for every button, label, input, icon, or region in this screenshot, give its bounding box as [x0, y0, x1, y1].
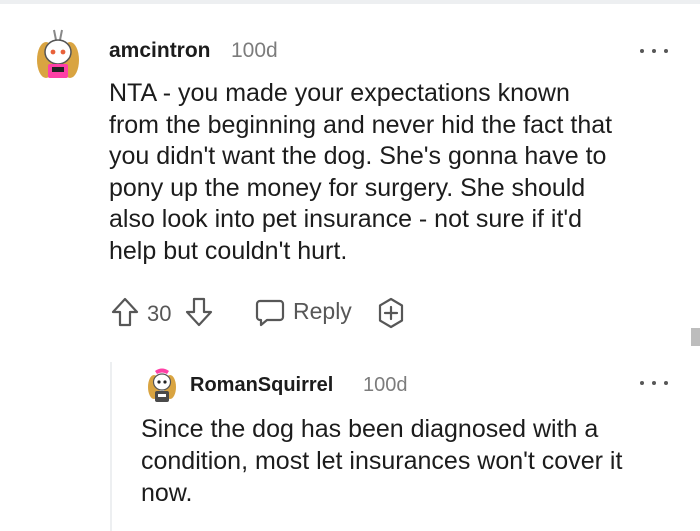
speech-bubble-icon — [255, 299, 285, 327]
vote-score: 30 — [147, 301, 172, 326]
more-options-icon[interactable] — [640, 376, 668, 390]
scrollbar-thumb[interactable] — [691, 328, 700, 346]
comment-username[interactable]: RomanSquirrel — [190, 374, 333, 397]
downvote-button[interactable] — [184, 296, 214, 328]
arrow-up-icon — [111, 297, 139, 327]
more-options-icon[interactable] — [640, 44, 668, 58]
award-plus-icon — [378, 297, 404, 329]
arrow-down-icon — [185, 297, 213, 327]
top-divider — [0, 0, 700, 4]
comment-username[interactable]: amcintron — [109, 39, 211, 63]
avatar[interactable] — [142, 365, 182, 405]
avatar-image — [142, 365, 182, 405]
comment-age: 100d — [363, 374, 408, 396]
reply-button[interactable]: Reply — [254, 296, 354, 328]
thread-line[interactable] — [110, 362, 112, 531]
reply-label: Reply — [293, 298, 352, 324]
award-button[interactable] — [375, 297, 407, 329]
comment-body: NTA - you made your expectations known f… — [109, 79, 613, 265]
avatar[interactable] — [28, 26, 88, 86]
comment-age: 100d — [231, 39, 278, 62]
avatar-image — [28, 26, 88, 86]
upvote-button[interactable] — [110, 296, 140, 328]
comment-body: Since the dog has been diagnosed with a … — [141, 415, 623, 507]
